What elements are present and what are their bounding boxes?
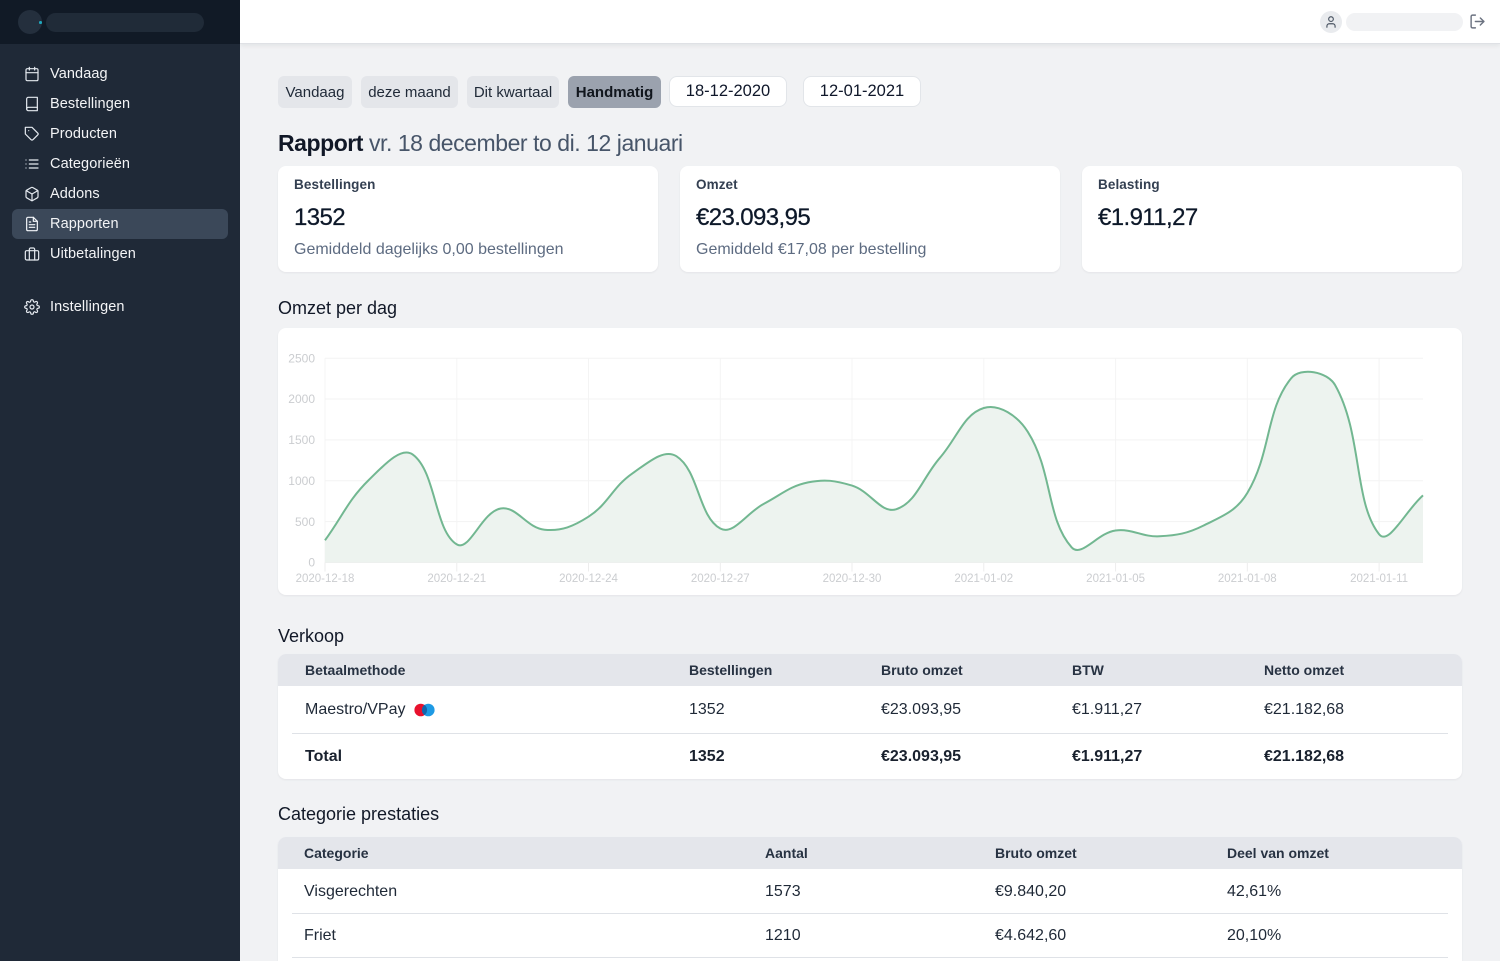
svg-text:2021-01-11: 2021-01-11 (1350, 573, 1408, 585)
svg-text:500: 500 (295, 515, 315, 529)
svg-text:1000: 1000 (288, 474, 315, 488)
svg-text:2020-12-24: 2020-12-24 (559, 573, 618, 585)
svg-text:2000: 2000 (288, 392, 315, 406)
svg-text:2021-01-05: 2021-01-05 (1086, 573, 1145, 585)
svg-text:1500: 1500 (288, 433, 315, 447)
svg-text:2020-12-30: 2020-12-30 (823, 573, 882, 585)
svg-text:2500: 2500 (288, 351, 315, 365)
svg-text:2021-01-08: 2021-01-08 (1218, 573, 1277, 585)
svg-text:2020-12-27: 2020-12-27 (691, 573, 750, 585)
svg-text:0: 0 (308, 556, 315, 570)
svg-text:2021-01-02: 2021-01-02 (954, 573, 1013, 585)
svg-text:2020-12-21: 2020-12-21 (427, 573, 486, 585)
svg-text:2020-12-18: 2020-12-18 (296, 573, 355, 585)
